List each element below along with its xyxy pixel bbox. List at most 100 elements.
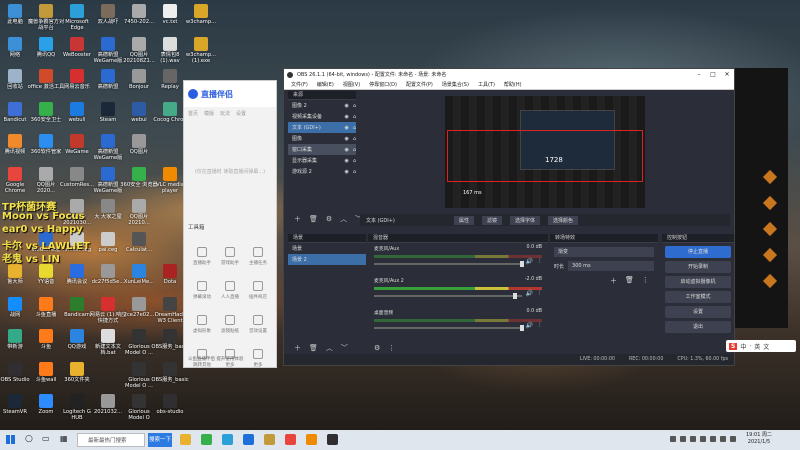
ime-toolbar[interactable]: S 中 · 英 文	[726, 340, 796, 352]
desktop-shortcut[interactable]: w3champ... (1).exe	[182, 36, 220, 64]
duration-input[interactable]: 300 ms	[568, 261, 654, 271]
speaker-icon[interactable]: 🔊	[526, 322, 533, 329]
ime-punct[interactable]: ·	[749, 343, 751, 350]
game-icon[interactable]	[762, 247, 778, 263]
eye-icon[interactable]: ◉	[344, 103, 348, 109]
more-icon[interactable]: ⋮	[642, 276, 649, 286]
helper-tab[interactable]: 模版	[204, 110, 214, 117]
add-icon[interactable]: ＋	[294, 343, 301, 353]
filters-button[interactable]: 滤镜	[482, 215, 503, 225]
taskbar-app-icon[interactable]	[201, 434, 212, 445]
source-item[interactable]: 游戏源 2 ◉ ⌂	[288, 166, 356, 177]
desktop-shortcut[interactable]: w3champ...	[182, 4, 220, 25]
menu-item[interactable]: 编辑(E)	[317, 81, 334, 88]
taskbar-app-icon[interactable]	[180, 434, 191, 445]
minimize-icon[interactable]: –	[692, 71, 706, 78]
volume-fader[interactable]	[374, 292, 522, 299]
eye-icon[interactable]: ◉	[344, 136, 348, 142]
game-icon[interactable]	[762, 195, 778, 211]
desktop-shortcut[interactable]: QQ图片 20210...	[120, 199, 158, 226]
tool-item[interactable]: 音效设置	[244, 309, 272, 339]
ime-text[interactable]: 文	[763, 342, 769, 351]
tool-item[interactable]: 更多	[244, 343, 272, 373]
eye-icon[interactable]: ◉	[344, 114, 348, 120]
menu-item[interactable]: 帮助(H)	[504, 81, 522, 88]
control-button[interactable]: 工作室模式	[665, 291, 731, 303]
tool-item[interactable]: 直播助手	[188, 241, 216, 271]
tray-icon[interactable]	[670, 436, 676, 442]
tray-icon[interactable]	[700, 436, 706, 442]
search-icon[interactable]: ○	[25, 434, 33, 444]
lock-icon[interactable]: ⌂	[353, 103, 356, 109]
tray-icon[interactable]	[690, 436, 696, 442]
tool-item[interactable]: 虚拟形象	[188, 309, 216, 339]
close-icon[interactable]: ✕	[720, 71, 734, 78]
menu-item[interactable]: 视图(V)	[343, 81, 360, 88]
control-button[interactable]: 开始录制	[665, 261, 731, 273]
windows-start-icon[interactable]	[6, 435, 15, 444]
control-button[interactable]: 启动虚拟摄像机	[665, 276, 731, 288]
maximize-icon[interactable]: □	[706, 71, 720, 78]
ime-lang[interactable]: 英	[754, 342, 760, 351]
control-button[interactable]: 停止直播	[665, 246, 731, 258]
source-item[interactable]: 文本 (GDI+) ◉ ⌂	[288, 122, 356, 133]
select-font-button[interactable]: 选择字体	[510, 215, 541, 225]
ime-mode[interactable]: 中	[740, 342, 746, 351]
helper-tab[interactable]: 玩法	[220, 110, 230, 117]
menu-item[interactable]: 配置文件(P)	[406, 81, 433, 88]
trash-icon[interactable]: 🗑	[625, 276, 634, 286]
more-icon[interactable]: ⋮	[537, 259, 542, 264]
control-button[interactable]: 退出	[665, 321, 731, 333]
menu-item[interactable]: 停靠窗口(D)	[369, 81, 397, 88]
tray-icon[interactable]	[680, 436, 686, 442]
helper-tab[interactable]: 设置	[236, 110, 246, 117]
obs-preview[interactable]: 1728 167 ms	[445, 96, 645, 208]
lock-icon[interactable]: ⌂	[353, 147, 356, 153]
tool-item[interactable]: 人人直播	[216, 275, 244, 305]
taskbar-app-icon[interactable]	[264, 434, 275, 445]
up-icon[interactable]: ︿	[326, 343, 333, 353]
lock-icon[interactable]: ⌂	[353, 169, 356, 175]
helper-tab[interactable]: 首页	[188, 110, 198, 117]
tool-item[interactable]: 游戏助手	[216, 241, 244, 271]
trash-icon[interactable]: 🗑	[309, 344, 318, 352]
add-icon[interactable]: ＋	[610, 276, 617, 286]
gear-icon[interactable]: ⚙	[374, 344, 380, 352]
trash-icon[interactable]: 🗑	[309, 215, 318, 223]
speaker-icon[interactable]: 🔊	[526, 258, 533, 265]
menu-item[interactable]: 工具(T)	[478, 81, 495, 88]
up-icon[interactable]: ︿	[340, 214, 347, 224]
tool-item[interactable]: 弹幕滚动	[188, 275, 216, 305]
source-item[interactable]: 显示器采集 ◉ ⌂	[288, 155, 356, 166]
taskbar-app-icon[interactable]	[327, 434, 338, 445]
more-icon[interactable]: ⋮	[537, 291, 542, 296]
speaker-icon[interactable]: 🔊	[526, 290, 533, 297]
more-icon[interactable]: ⋮	[537, 323, 542, 328]
properties-button[interactable]: 属性	[454, 215, 475, 225]
taskbar-app-icon[interactable]	[222, 434, 233, 445]
select-color-button[interactable]: 选择颜色	[548, 215, 579, 225]
tool-item[interactable]: 滤镜贴纸	[216, 309, 244, 339]
eye-icon[interactable]: ◉	[344, 147, 348, 153]
source-item[interactable]: 视频采集设备 ◉ ⌂	[288, 111, 356, 122]
lock-icon[interactable]: ⌂	[353, 125, 356, 131]
tool-item[interactable]: 主播任务	[244, 241, 272, 271]
down-icon[interactable]: ﹀	[341, 343, 348, 353]
menu-item[interactable]: 文件(F)	[291, 81, 308, 88]
scene-item[interactable]: 场景 2	[288, 254, 366, 265]
game-icon[interactable]	[762, 273, 778, 289]
source-item[interactable]: 图像 2 ◉ ⌂	[288, 100, 356, 111]
game-icon[interactable]	[762, 169, 778, 185]
taskbar-search-button[interactable]: 搜索一下	[148, 433, 172, 447]
tray-icon[interactable]	[710, 436, 716, 442]
add-icon[interactable]: ＋	[294, 214, 301, 224]
desktop-shortcut[interactable]: obs-studio	[151, 394, 189, 415]
game-icon[interactable]	[762, 221, 778, 237]
volume-fader[interactable]	[374, 260, 525, 267]
source-item[interactable]: 窗口采集 ◉ ⌂	[288, 144, 356, 155]
widgets-icon[interactable]: ▦	[60, 434, 68, 443]
lock-icon[interactable]: ⌂	[353, 114, 356, 120]
taskbar-app-icon[interactable]	[306, 434, 317, 445]
tray-icon[interactable]	[720, 436, 726, 442]
menu-item[interactable]: 场景集合(S)	[442, 81, 469, 88]
